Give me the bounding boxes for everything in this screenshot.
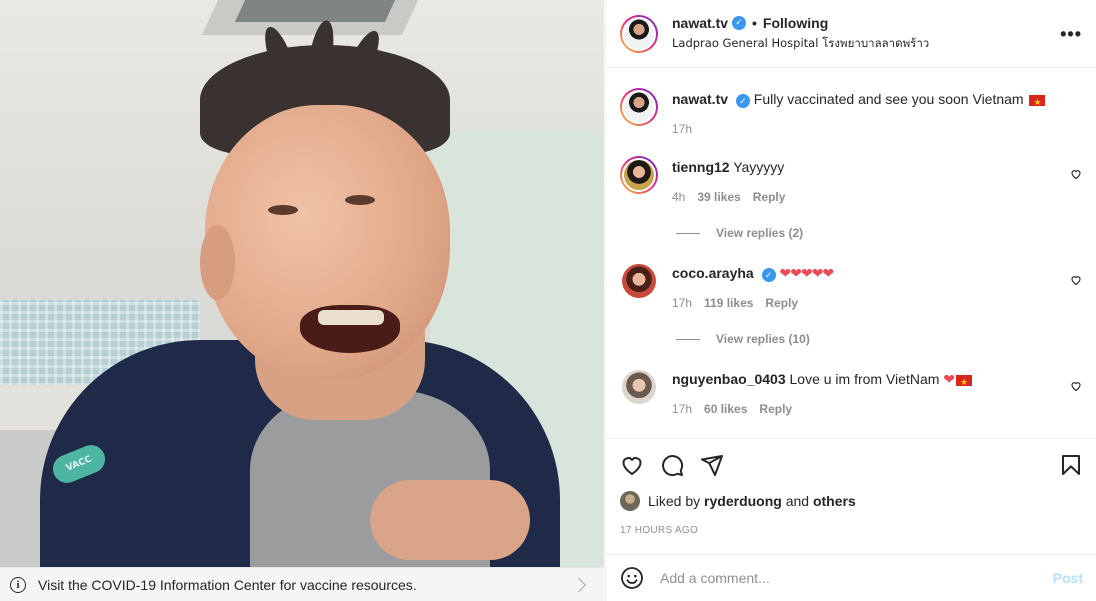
- comment-input[interactable]: [660, 570, 1053, 586]
- post-actions: Liked by ryderduong and others 17 HOURS …: [606, 438, 1096, 554]
- emoji-smiley-icon[interactable]: [620, 566, 644, 590]
- post-photo[interactable]: VACC: [0, 0, 604, 567]
- comment-bubble-icon[interactable]: [660, 453, 684, 477]
- liked-by-user[interactable]: ryderduong: [704, 493, 782, 509]
- liked-by-prefix: Liked by: [648, 493, 701, 509]
- comment-likes[interactable]: 119 likes: [704, 296, 753, 310]
- comment-text: Yayyyyy: [733, 159, 785, 175]
- like-heart-icon[interactable]: [620, 453, 644, 477]
- post-comment-button[interactable]: Post: [1053, 570, 1083, 586]
- covid-info-text: Visit the COVID-19 Information Center fo…: [38, 576, 417, 593]
- reply-button[interactable]: Reply: [753, 190, 786, 204]
- like-comment-heart-icon[interactable]: [1070, 380, 1082, 392]
- replies-divider: [676, 338, 700, 340]
- commenter-avatar[interactable]: [620, 156, 658, 194]
- photo-arm: [370, 480, 530, 560]
- view-replies-label: View replies (2): [716, 226, 804, 240]
- liker-avatar[interactable]: [620, 491, 640, 511]
- comment-heart-emoji: ❤: [943, 371, 955, 387]
- comments-list[interactable]: nawat.tv ✓ Fully vaccinated and see you …: [606, 68, 1096, 438]
- vietnam-flag-icon: [1029, 93, 1046, 111]
- verified-badge-icon: ✓: [761, 268, 776, 282]
- caption-text: Fully vaccinated and see you soon Vietna…: [753, 91, 1024, 107]
- post-caption: nawat.tv ✓ Fully vaccinated and see you …: [620, 68, 1082, 136]
- location-link[interactable]: Ladprao General Hospital โรงพยาบาลลาดพร้…: [672, 35, 929, 53]
- photo-ear: [200, 225, 235, 300]
- comment-username[interactable]: nguyenbao_0403: [672, 371, 786, 387]
- photo-eye: [268, 205, 298, 215]
- separator-dot: •: [752, 14, 757, 31]
- verified-badge-icon: ✓: [735, 94, 750, 108]
- view-replies-button[interactable]: View replies (2): [676, 226, 1082, 240]
- author-avatar[interactable]: [620, 88, 658, 126]
- caption-username[interactable]: nawat.tv: [672, 91, 728, 107]
- comment-item: nguyenbao_0403 Love u im from VietNam ❤ …: [620, 368, 1082, 416]
- commenter-avatar[interactable]: [620, 368, 658, 406]
- comment-time[interactable]: 4h: [672, 190, 685, 204]
- info-icon: i: [10, 576, 26, 593]
- comment-text: Love u im from VietNam: [789, 371, 940, 387]
- comment-time[interactable]: 17h: [672, 296, 692, 310]
- comment-item: coco.arayha ✓ ❤❤❤❤❤ 17h 119 likes Reply: [620, 262, 1082, 310]
- save-bookmark-icon[interactable]: [1059, 453, 1083, 477]
- comment-text: ❤❤❤❤❤: [779, 265, 835, 281]
- author-username[interactable]: nawat.tv: [672, 15, 728, 31]
- comment-username[interactable]: tienng12: [672, 159, 730, 175]
- photo-eye: [345, 195, 375, 205]
- post-header: nawat.tv ✓ • Following Ladprao General H…: [606, 0, 1096, 68]
- post-age[interactable]: 17 HOURS AGO: [620, 525, 1083, 536]
- reply-button[interactable]: Reply: [765, 296, 798, 310]
- add-comment-bar: Post: [606, 554, 1096, 601]
- commenter-avatar[interactable]: [620, 262, 658, 300]
- photo-window: [234, 0, 396, 22]
- comment-username[interactable]: coco.arayha: [672, 265, 754, 281]
- comment-likes[interactable]: 39 likes: [697, 190, 740, 204]
- comment-time[interactable]: 17h: [672, 402, 692, 416]
- liked-by-and: and: [785, 493, 810, 509]
- following-button[interactable]: Following: [763, 15, 828, 31]
- verified-badge-icon: ✓: [732, 15, 747, 30]
- covid-info-bar[interactable]: i Visit the COVID-19 Information Center …: [0, 567, 604, 601]
- more-options-icon[interactable]: •••: [1060, 24, 1082, 45]
- liked-by-others[interactable]: others: [813, 493, 856, 509]
- reply-button[interactable]: Reply: [759, 402, 792, 416]
- like-comment-heart-icon[interactable]: [1070, 168, 1082, 180]
- comment-item: tienng12 Yayyyyy 4h 39 likes Reply: [620, 156, 1082, 204]
- post-side-panel: nawat.tv ✓ • Following Ladprao General H…: [605, 0, 1096, 601]
- photo-teeth: [318, 310, 384, 325]
- vietnam-flag-icon: [956, 373, 973, 391]
- chevron-right-icon: [571, 577, 587, 592]
- liked-by: Liked by ryderduong and others: [620, 491, 1083, 511]
- share-paper-plane-icon[interactable]: [700, 453, 724, 477]
- view-replies-label: View replies (10): [716, 332, 810, 346]
- view-replies-button[interactable]: View replies (10): [676, 332, 1082, 346]
- comment-likes[interactable]: 60 likes: [704, 402, 747, 416]
- replies-divider: [676, 232, 700, 234]
- author-avatar[interactable]: [620, 14, 658, 53]
- like-comment-heart-icon[interactable]: [1070, 274, 1082, 286]
- caption-time[interactable]: 17h: [672, 122, 692, 136]
